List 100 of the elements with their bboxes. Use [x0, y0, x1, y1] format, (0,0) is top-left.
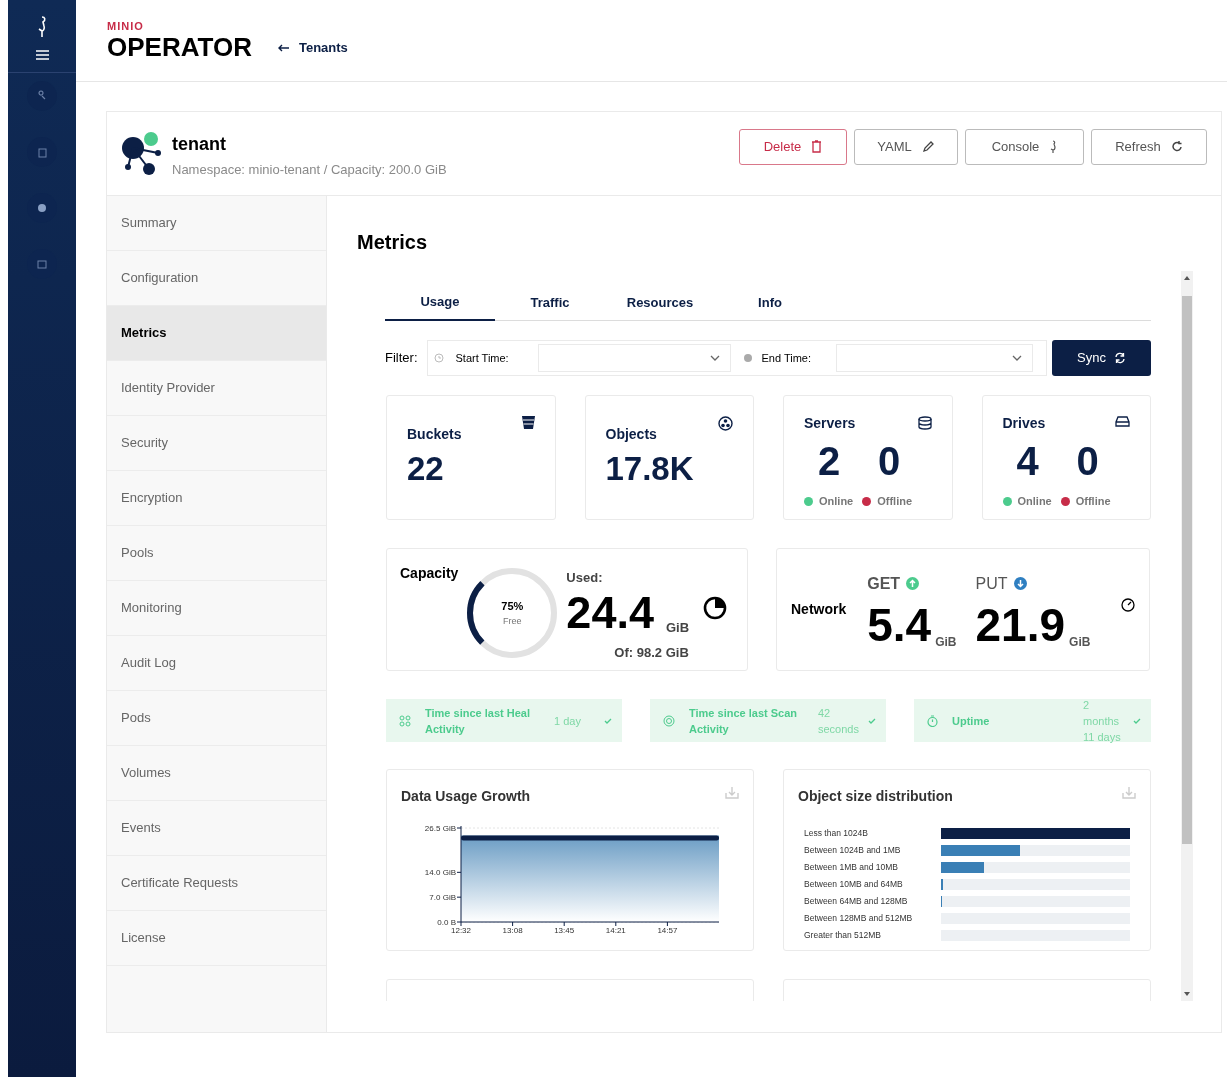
page-title: Metrics — [357, 230, 429, 255]
nav-item[interactable]: Audit Log — [107, 636, 326, 691]
stopwatch-icon — [927, 714, 938, 727]
offline-label: Offline — [877, 494, 913, 509]
axis-label: 14.0 GiB — [424, 868, 456, 878]
start-time-label: Start Time: — [455, 350, 510, 366]
stat-title: Buckets — [407, 425, 462, 444]
refresh-icon — [1170, 140, 1183, 153]
sync-icon — [1113, 352, 1126, 364]
online-count: 4 — [1016, 441, 1040, 481]
offline-count: 0 — [1076, 441, 1099, 481]
nav-item[interactable]: Certificate Requests — [107, 856, 326, 911]
pencil-icon — [921, 140, 935, 153]
chevron-down-icon — [1011, 355, 1022, 361]
axis-label: 13:08 — [502, 926, 523, 935]
axis-label: 13:45 — [554, 926, 575, 935]
total-capacity: Of: 98.2 GiB — [614, 643, 690, 662]
online-label: Online — [819, 494, 854, 509]
nav-item[interactable]: Pools — [107, 526, 326, 581]
sync-button[interactable]: Sync — [1052, 340, 1151, 376]
nav-item[interactable]: Metrics — [107, 306, 326, 361]
nav-item[interactable]: Summary — [107, 196, 326, 251]
stat-title: Objects — [605, 425, 657, 444]
stat-value: 22 — [407, 452, 445, 485]
delete-button[interactable]: Delete — [739, 128, 847, 165]
get-value: 5.4 — [867, 601, 932, 648]
bucket-icon — [521, 416, 535, 429]
tenant-subtitle: Namespace: minio-tenant / Capacity: 200.0 GiB — [172, 161, 447, 180]
stat-title: Servers — [804, 414, 856, 433]
yaml-button[interactable]: YAML — [854, 128, 958, 165]
clock-icon — [742, 353, 753, 363]
brand-title: OPERATOR — [107, 34, 252, 60]
console-button[interactable]: Console — [965, 128, 1084, 165]
nav-item[interactable]: Pods — [107, 691, 326, 746]
chevron-down-icon — [709, 355, 720, 361]
scroll-down-icon[interactable] — [1184, 992, 1190, 996]
refresh-button[interactable]: Refresh — [1091, 128, 1207, 165]
clock-icon — [433, 353, 444, 363]
chart-title: Data Usage Growth — [401, 787, 531, 806]
gauge-icon — [1121, 597, 1135, 612]
put-value: 21.9 — [975, 601, 1066, 648]
tab[interactable]: Resources — [605, 284, 715, 321]
stat-title: Drives — [1002, 414, 1046, 433]
trash-icon — [811, 140, 823, 153]
radar-icon — [663, 714, 675, 727]
nav-item[interactable]: Encryption — [107, 471, 326, 526]
filter-label: Filter: — [385, 349, 418, 368]
check-icon — [604, 717, 612, 724]
tab[interactable]: Traffic — [495, 284, 605, 321]
nav-item[interactable]: Monitoring — [107, 581, 326, 636]
bar-label: Between 128MB and 512MB — [804, 911, 914, 925]
end-time-field[interactable] — [835, 344, 1033, 372]
tenant-logo-icon — [121, 130, 163, 177]
scroll-up-icon[interactable] — [1184, 276, 1190, 280]
key-icon[interactable] — [27, 81, 57, 111]
axis-label: 14:57 — [657, 926, 678, 935]
arrow-down-icon — [1013, 577, 1027, 590]
bar-label: Greater than 512MB — [804, 928, 882, 942]
bar-label: Less than 1024B — [804, 826, 869, 840]
menu-icon[interactable] — [35, 50, 49, 60]
database-icon — [917, 416, 932, 430]
online-count: 2 — [818, 441, 842, 481]
status-value: 2 months 11 days — [1083, 697, 1122, 745]
download-icon[interactable] — [1122, 786, 1136, 799]
used-value: 24.4 — [566, 589, 654, 635]
bar-label: Between 1024B and 1MB — [804, 843, 902, 857]
status-label: Uptime — [952, 713, 991, 729]
capacity-title: Capacity — [400, 564, 459, 583]
network-title: Network — [791, 600, 847, 619]
nav-item[interactable]: Security — [107, 416, 326, 471]
end-time-label: End Time: — [761, 350, 813, 366]
back-link[interactable]: Tenants — [277, 37, 348, 58]
nav-item[interactable]: Events — [107, 801, 326, 856]
status-value: 1 day — [554, 713, 582, 729]
get-unit: GiB — [935, 635, 957, 648]
get-label: GET — [867, 573, 901, 594]
free-percent: 75% — [501, 599, 524, 614]
offline-count: 0 — [878, 441, 901, 481]
check-icon — [1133, 717, 1141, 724]
nav-item[interactable]: License — [107, 911, 326, 966]
status-value: 42 seconds — [818, 705, 860, 737]
scrollbar[interactable] — [1181, 271, 1193, 1001]
nav-item[interactable]: Identity Provider — [107, 361, 326, 416]
tab[interactable]: Info — [715, 284, 825, 321]
download-icon[interactable] — [725, 786, 739, 799]
heal-icon — [399, 714, 411, 727]
used-unit: GiB — [665, 620, 690, 634]
back-arrow-icon — [277, 43, 289, 52]
start-time-field[interactable] — [537, 344, 731, 372]
tab[interactable]: Usage — [385, 284, 495, 321]
status-label: Time since last Heal Activity — [425, 705, 531, 737]
arrow-up-icon — [906, 577, 920, 590]
pie-chart-icon — [703, 596, 728, 620]
bar-label: Between 1MB and 10MB — [804, 860, 900, 874]
used-label: Used: — [566, 569, 604, 587]
nav-item[interactable]: Volumes — [107, 746, 326, 801]
axis-label: 14:21 — [605, 926, 626, 935]
drive-icon — [1115, 416, 1130, 427]
put-unit: GiB — [1069, 635, 1091, 648]
brand-label: MINIO — [107, 21, 145, 32]
